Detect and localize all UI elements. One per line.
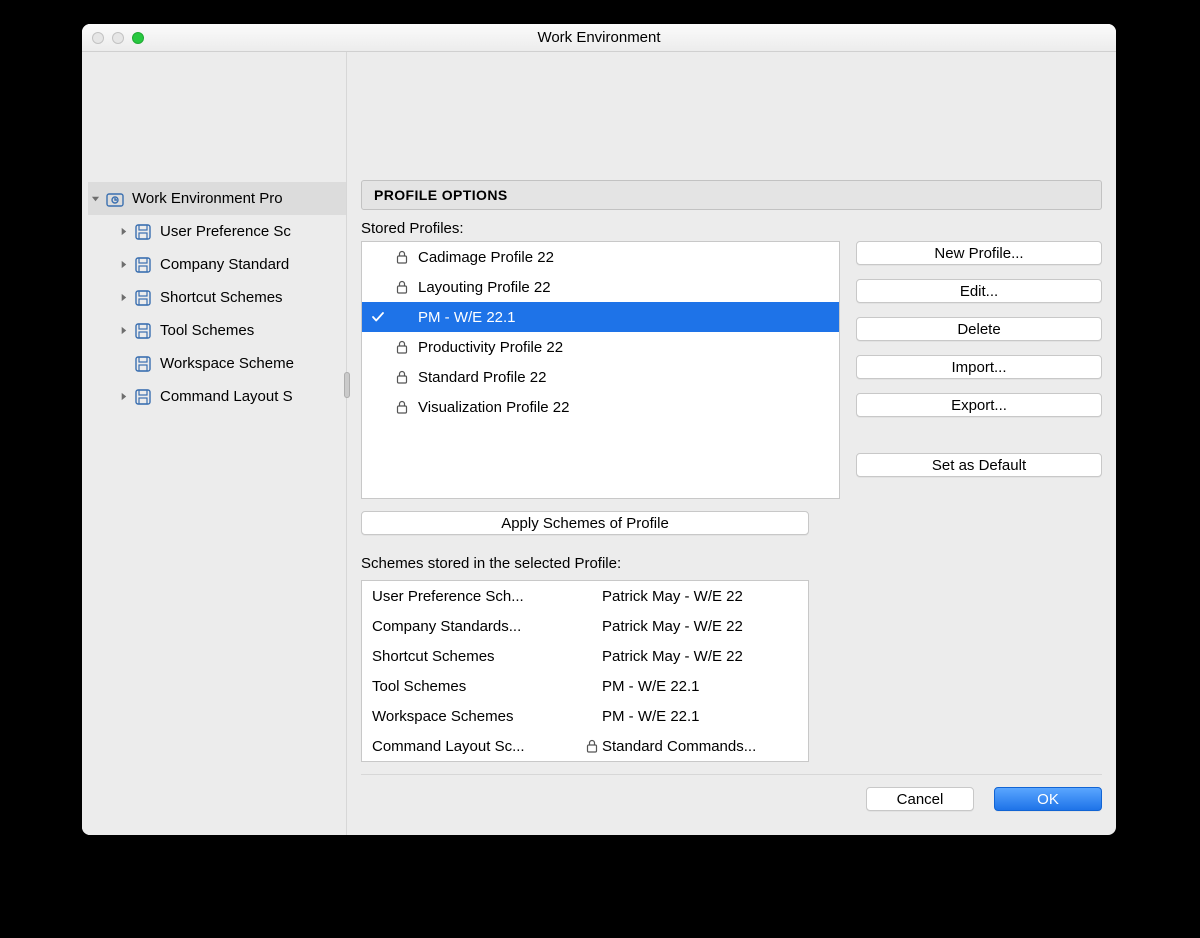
profile-name: Layouting Profile 22: [418, 279, 829, 296]
sidebar-item-5[interactable]: Command Layout S: [88, 380, 346, 413]
splitter-grip[interactable]: [344, 372, 350, 398]
import-button[interactable]: Import...: [856, 355, 1102, 379]
scheme-icon: [132, 353, 154, 375]
profile-item[interactable]: PM - W/E 22.1: [362, 302, 839, 332]
lock-icon: [394, 340, 410, 354]
sidebar-item-label: Command Layout S: [160, 388, 293, 405]
scheme-icon: [132, 386, 154, 408]
zoom-icon[interactable]: [132, 32, 144, 44]
scheme-value: Patrick May - W/E 22: [602, 588, 808, 605]
chevron-right-icon: [116, 326, 130, 335]
profile-item[interactable]: Standard Profile 22: [362, 362, 839, 392]
lock-icon: [394, 400, 410, 414]
profile-item[interactable]: Productivity Profile 22: [362, 332, 839, 362]
content-panel: PROFILE OPTIONS Stored Profiles: Cadimag…: [347, 52, 1116, 835]
new-profile-button[interactable]: New Profile...: [856, 241, 1102, 265]
profile-item[interactable]: Visualization Profile 22: [362, 392, 839, 422]
scheme-name: User Preference Sch...: [362, 588, 582, 605]
minimize-icon[interactable]: [112, 32, 124, 44]
scheme-icon: [132, 221, 154, 243]
scheme-name: Tool Schemes: [362, 678, 582, 695]
sidebar-item-label: Tool Schemes: [160, 322, 254, 339]
sidebar-item-2[interactable]: Shortcut Schemes: [88, 281, 346, 314]
sidebar: Work Environment Pro User Preference Sc Co…: [82, 52, 347, 835]
chevron-right-icon: [116, 392, 130, 401]
sidebar-root[interactable]: Work Environment Pro: [88, 182, 346, 215]
profile-name: Visualization Profile 22: [418, 399, 829, 416]
profile-name: Cadimage Profile 22: [418, 249, 829, 266]
section-header-profile-options: PROFILE OPTIONS: [361, 180, 1102, 210]
scheme-name: Company Standards...: [362, 618, 582, 635]
sidebar-item-1[interactable]: Company Standard: [88, 248, 346, 281]
cancel-button[interactable]: Cancel: [866, 787, 974, 811]
sidebar-item-0[interactable]: User Preference Sc: [88, 215, 346, 248]
scheme-row[interactable]: Shortcut Schemes Patrick May - W/E 22: [362, 641, 808, 671]
scheme-row[interactable]: Command Layout Sc... Standard Commands...: [362, 731, 808, 761]
lock-icon: [394, 280, 410, 294]
scheme-row[interactable]: Workspace Schemes PM - W/E 22.1: [362, 701, 808, 731]
work-environment-window: Work Environment Work Environment Pro Use…: [82, 24, 1116, 835]
sidebar-item-label: Company Standard: [160, 256, 289, 273]
lock-icon: [394, 370, 410, 384]
sidebar-item-4[interactable]: Workspace Scheme: [88, 347, 346, 380]
profile-folder-icon: [104, 188, 126, 210]
chevron-right-icon: [116, 293, 130, 302]
stored-profiles-list[interactable]: Cadimage Profile 22 Layouting Profile 22 P…: [361, 241, 840, 499]
sidebar-item-3[interactable]: Tool Schemes: [88, 314, 346, 347]
sidebar-root-label: Work Environment Pro: [132, 190, 283, 207]
sidebar-item-label: Workspace Scheme: [160, 355, 294, 372]
chevron-right-icon: [116, 260, 130, 269]
scheme-icon: [132, 287, 154, 309]
dialog-footer: Cancel OK: [361, 774, 1102, 829]
lock-icon: [394, 250, 410, 264]
scheme-value: PM - W/E 22.1: [602, 678, 808, 695]
scheme-value: Patrick May - W/E 22: [602, 618, 808, 635]
schemes-stored-label: Schemes stored in the selected Profile:: [361, 555, 1102, 572]
close-icon[interactable]: [92, 32, 104, 44]
scheme-value: PM - W/E 22.1: [602, 708, 808, 725]
delete-button[interactable]: Delete: [856, 317, 1102, 341]
profile-name: Productivity Profile 22: [418, 339, 829, 356]
stored-profiles-label: Stored Profiles:: [361, 220, 1102, 237]
scheme-name: Command Layout Sc...: [362, 738, 582, 755]
scheme-row[interactable]: Company Standards... Patrick May - W/E 22: [362, 611, 808, 641]
sidebar-item-label: User Preference Sc: [160, 223, 291, 240]
profile-name: Standard Profile 22: [418, 369, 829, 386]
scheme-name: Workspace Schemes: [362, 708, 582, 725]
profile-item[interactable]: Cadimage Profile 22: [362, 242, 839, 272]
scheme-icon: [132, 320, 154, 342]
profile-name: PM - W/E 22.1: [418, 309, 829, 326]
apply-schemes-button[interactable]: Apply Schemes of Profile: [361, 511, 809, 535]
scheme-icon: [132, 254, 154, 276]
schemes-table: User Preference Sch... Patrick May - W/E …: [361, 580, 809, 762]
set-as-default-button[interactable]: Set as Default: [856, 453, 1102, 477]
scheme-value: Patrick May - W/E 22: [602, 648, 808, 665]
checkmark-icon: [370, 311, 386, 323]
ok-button[interactable]: OK: [994, 787, 1102, 811]
scheme-value: Standard Commands...: [602, 738, 808, 755]
edit-button[interactable]: Edit...: [856, 279, 1102, 303]
sidebar-item-label: Shortcut Schemes: [160, 289, 283, 306]
scheme-row[interactable]: Tool Schemes PM - W/E 22.1: [362, 671, 808, 701]
titlebar: Work Environment: [82, 24, 1116, 52]
export-button[interactable]: Export...: [856, 393, 1102, 417]
profile-item[interactable]: Layouting Profile 22: [362, 272, 839, 302]
scheme-name: Shortcut Schemes: [362, 648, 582, 665]
chevron-down-icon: [88, 194, 102, 203]
chevron-right-icon: [116, 227, 130, 236]
lock-icon: [582, 739, 602, 753]
window-title: Work Environment: [82, 29, 1116, 46]
scheme-row[interactable]: User Preference Sch... Patrick May - W/E …: [362, 581, 808, 611]
